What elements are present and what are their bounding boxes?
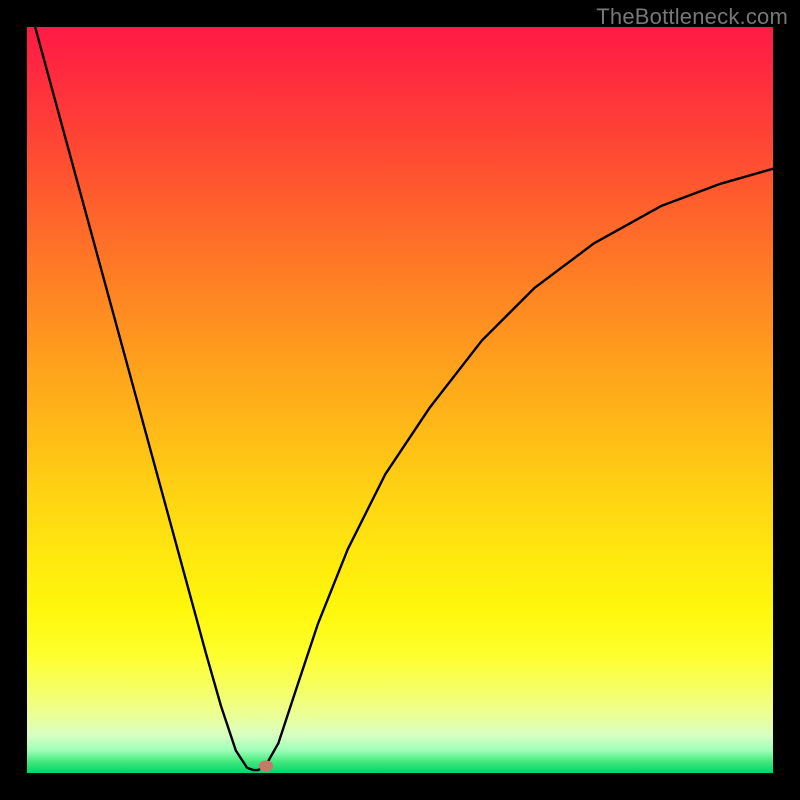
outer-frame: TheBottleneck.com: [0, 0, 800, 800]
bottleneck-curve: [27, 27, 773, 773]
optimal-point-marker: [259, 760, 273, 771]
watermark-text: TheBottleneck.com: [596, 4, 788, 30]
plot-area: [27, 27, 773, 773]
